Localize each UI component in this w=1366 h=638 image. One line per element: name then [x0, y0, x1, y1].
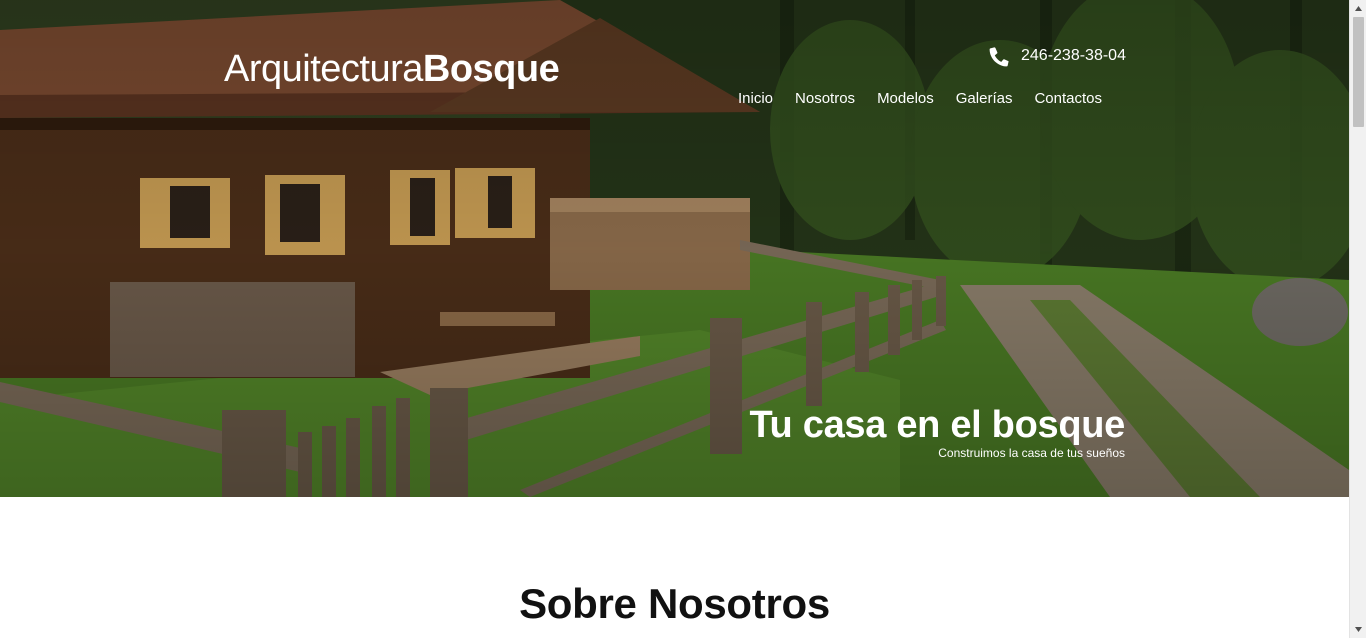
hero-subtitle: Construimos la casa de tus sueños [938, 446, 1125, 460]
nav-item-galerias[interactable]: Galerías [956, 89, 1013, 109]
about-section-title: Sobre Nosotros [519, 580, 830, 627]
site-logo[interactable]: ArquitecturaBosque [224, 48, 560, 90]
nav-item-inicio[interactable]: Inicio [738, 89, 773, 109]
phone-icon [989, 46, 1009, 66]
logo-light-text: Arquitectura [224, 48, 423, 90]
scroll-up-arrow-icon[interactable] [1350, 0, 1366, 17]
phone-number: 246-238-38-04 [1021, 47, 1126, 64]
scroll-down-arrow-icon[interactable] [1350, 621, 1366, 638]
hero-title: Tu casa en el bosque [749, 404, 1125, 446]
logo-bold-text: Bosque [422, 48, 560, 90]
phone-contact[interactable]: 246-238-38-04 [988, 44, 1126, 68]
scrollbar-thumb[interactable] [1353, 17, 1364, 127]
page: ArquitecturaBosque 246-238-38-04 Inicio … [0, 0, 1349, 638]
nav-item-modelos[interactable]: Modelos [877, 89, 934, 109]
hero-overlay [0, 0, 1349, 497]
hero-banner: ArquitecturaBosque 246-238-38-04 Inicio … [0, 0, 1349, 497]
nav-item-nosotros[interactable]: Nosotros [795, 89, 855, 109]
nav-item-contactos[interactable]: Contactos [1034, 89, 1102, 109]
main-navigation: Inicio Nosotros Modelos Galerías Contact… [738, 89, 1102, 109]
vertical-scrollbar[interactable] [1349, 0, 1366, 638]
